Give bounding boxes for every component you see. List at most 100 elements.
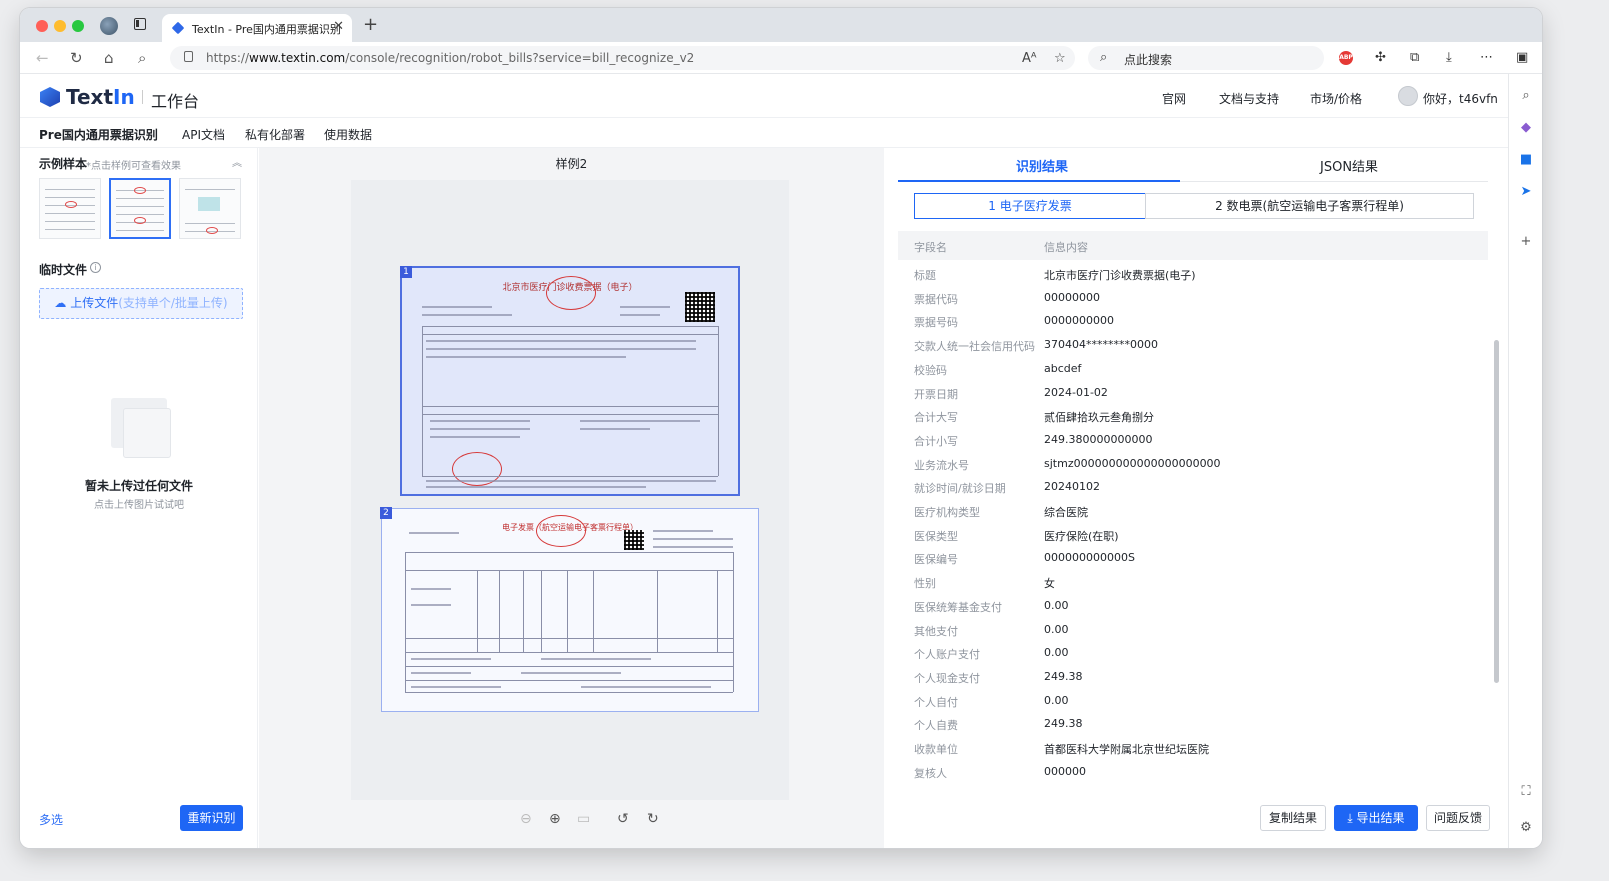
rotate-right-icon[interactable]: ↻ xyxy=(647,811,659,827)
subnav-private-deploy[interactable]: 私有化部署 xyxy=(245,126,305,143)
collections-icon[interactable]: ⧉ xyxy=(1410,50,1419,65)
subnav-api-docs[interactable]: API文档 xyxy=(182,126,225,143)
document-canvas[interactable]: 1 北京市医疗门诊收费票据（电子） 2 电子发票（航空运输电子客票行程单） xyxy=(351,180,789,800)
field-value[interactable]: 北京市医疗门诊收费票据(电子) xyxy=(1044,267,1196,283)
segment-air-ticket[interactable]: 2 数电票(航空运输电子客票行程单) xyxy=(1145,193,1474,219)
sidebar-toggle-icon[interactable]: ▣ xyxy=(1516,50,1528,65)
more-menu-icon[interactable]: ⋯ xyxy=(1480,50,1493,65)
field-name: 个人现金支付 xyxy=(914,671,980,685)
field-value[interactable]: abcdef xyxy=(1044,362,1081,375)
refresh-icon[interactable]: ↻ xyxy=(70,49,83,67)
subnav-usage-data[interactable]: 使用数据 xyxy=(324,126,372,143)
sample-thumb-2[interactable] xyxy=(109,178,171,239)
adblock-icon[interactable]: ABP xyxy=(1339,51,1353,65)
workspaces-icon[interactable] xyxy=(134,18,146,30)
favorite-star-icon[interactable]: ☆ xyxy=(1054,51,1066,66)
send-icon[interactable]: ➤ xyxy=(1518,184,1534,200)
downloads-icon[interactable]: ⤓ xyxy=(1446,50,1452,65)
field-name: 医疗机构类型 xyxy=(914,506,980,519)
field-value[interactable]: 0.00 xyxy=(1044,623,1069,636)
segment-medical-invoice[interactable]: 1 电子医疗发票 xyxy=(914,193,1146,219)
tab-json-result[interactable]: JSON结果 xyxy=(1320,156,1378,175)
profile-avatar[interactable] xyxy=(100,17,118,35)
info-icon[interactable]: i xyxy=(90,262,101,273)
multi-select-link[interactable]: 多选 xyxy=(39,811,63,828)
field-value[interactable]: 贰佰肆拾玖元叁角捌分 xyxy=(1044,409,1154,425)
field-name: 合计大写 xyxy=(914,411,958,425)
upload-file-button[interactable]: ☁ 上传文件(支持单个/批量上传) xyxy=(39,288,243,319)
field-value[interactable]: 综合医院 xyxy=(1044,504,1088,520)
browser-tab-active[interactable]: TextIn - Pre国内通用票据识别 ✕ xyxy=(162,14,352,42)
field-value[interactable]: sjtmz000000000000000000000 xyxy=(1044,457,1221,470)
back-icon[interactable]: ← xyxy=(36,49,49,67)
extensions-icon[interactable]: ✣ xyxy=(1375,50,1386,65)
field-value[interactable]: 医疗保险(在职) xyxy=(1044,528,1119,544)
field-value[interactable]: 249.38 xyxy=(1044,717,1083,730)
user-avatar[interactable] xyxy=(1398,86,1418,106)
field-value[interactable]: 249.38 xyxy=(1044,670,1083,683)
chevron-up-icon[interactable]: ︽ xyxy=(232,154,242,169)
search-icon[interactable]: ⌕ xyxy=(138,49,146,67)
minimize-window-button[interactable] xyxy=(54,20,66,32)
scrollbar[interactable] xyxy=(1494,340,1499,683)
nav-market-pricing[interactable]: 市场/价格 xyxy=(1310,90,1362,107)
field-value[interactable]: 0.00 xyxy=(1044,646,1069,659)
field-value[interactable]: 0.00 xyxy=(1044,694,1069,707)
field-value[interactable]: 000000000000S xyxy=(1044,551,1135,564)
field-value[interactable]: 249.380000000000 xyxy=(1044,433,1152,446)
subnav-recognition[interactable]: Pre国内通用票据识别 xyxy=(39,126,158,143)
nav-docs-support[interactable]: 文档与支持 xyxy=(1219,90,1279,107)
textin-logo-icon[interactable] xyxy=(40,87,60,107)
tab-title: TextIn - Pre国内通用票据识别 xyxy=(192,23,341,36)
field-value[interactable]: 370404********0000 xyxy=(1044,338,1158,351)
field-value[interactable]: 20240102 xyxy=(1044,480,1100,493)
search-icon[interactable]: ⌕ xyxy=(1518,88,1534,104)
tab-close-icon[interactable]: ✕ xyxy=(333,19,344,34)
rerun-recognition-button[interactable]: 重新识别 xyxy=(180,805,243,831)
shopping-icon[interactable]: ◆ xyxy=(1518,120,1534,136)
nav-official-site[interactable]: 官网 xyxy=(1162,90,1186,107)
fit-screen-icon[interactable]: ▭ xyxy=(577,811,590,827)
sample-thumb-3[interactable] xyxy=(179,178,241,239)
new-tab-icon[interactable]: + xyxy=(363,14,378,35)
field-value[interactable]: 00000000 xyxy=(1044,291,1100,304)
rotate-left-icon[interactable]: ↺ xyxy=(617,811,629,827)
field-value[interactable]: 0000000000 xyxy=(1044,314,1114,327)
download-icon: ⤓ xyxy=(1347,811,1357,825)
textin-logo[interactable]: TextIn xyxy=(66,85,135,109)
field-value[interactable]: 000000 xyxy=(1044,765,1086,778)
add-icon[interactable]: + xyxy=(1518,234,1534,250)
sample-thumb-1[interactable] xyxy=(39,178,101,239)
export-result-button[interactable]: ⤓ 导出结果 xyxy=(1334,805,1418,831)
field-value[interactable]: 2024-01-02 xyxy=(1044,386,1108,399)
tab-recognition-result[interactable]: 识别结果 xyxy=(1016,156,1068,175)
read-aloud-icon[interactable]: Aᴬ xyxy=(1022,51,1037,66)
zoom-in-icon[interactable]: ⊕ xyxy=(549,811,561,827)
field-name: 医保类型 xyxy=(914,529,958,543)
url-field[interactable]: https://www.textin.com/console/recogniti… xyxy=(170,46,1075,70)
field-name: 个人自费 xyxy=(914,719,958,733)
field-name: 开票日期 xyxy=(914,387,958,401)
feedback-button[interactable]: 问题反馈 xyxy=(1426,805,1490,831)
browser-window: TextIn - Pre国内通用票据识别 ✕ + ← ↻ ⌂ ⌕ https:/… xyxy=(20,8,1542,848)
settings-gear-icon[interactable]: ⚙ xyxy=(1518,820,1534,836)
field-value[interactable]: 女 xyxy=(1044,575,1055,591)
preview-title: 样例2 xyxy=(555,157,588,171)
search-input[interactable]: ⌕ 点此搜索 xyxy=(1088,46,1324,70)
close-window-button[interactable] xyxy=(36,20,48,32)
table-row: 医保编号 000000000000S xyxy=(898,546,1488,570)
table-row: 性别 女 xyxy=(898,570,1488,594)
copy-result-button[interactable]: 复制结果 xyxy=(1260,805,1326,831)
zoom-out-icon[interactable]: ⊖ xyxy=(520,811,532,827)
field-value[interactable]: 首都医科大学附属北京世纪坛医院 xyxy=(1044,741,1209,757)
screenshot-icon[interactable]: ⛶ xyxy=(1518,784,1534,800)
home-icon[interactable]: ⌂ xyxy=(104,49,114,67)
maximize-window-button[interactable] xyxy=(72,20,84,32)
field-name: 其他支付 xyxy=(914,624,958,638)
field-value[interactable]: 0.00 xyxy=(1044,599,1069,612)
outlook-icon[interactable]: ■ xyxy=(1518,152,1534,168)
user-greeting[interactable]: 你好，t46vfn xyxy=(1423,90,1498,107)
field-name: 医保编号 xyxy=(914,553,958,567)
empty-illustration xyxy=(107,392,177,462)
empty-title: 暂未上传过任何文件 xyxy=(84,479,193,493)
